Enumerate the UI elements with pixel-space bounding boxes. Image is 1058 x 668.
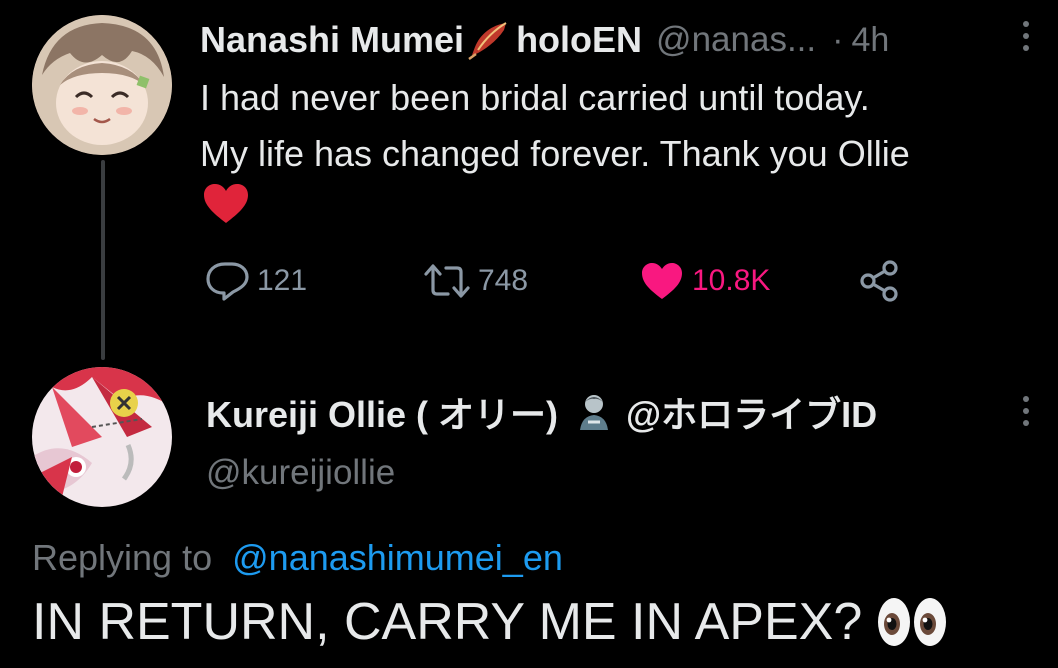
reply-author-handle[interactable]: @kureijiollie xyxy=(206,453,395,493)
reply-author-affiliation[interactable]: @ホロライブID xyxy=(626,386,877,438)
author-avatar[interactable] xyxy=(32,15,172,155)
feather-icon xyxy=(466,20,510,61)
author-name[interactable]: Nanashi Mumei xyxy=(200,19,464,61)
like-button[interactable]: 10.8K xyxy=(640,256,770,306)
share-button[interactable] xyxy=(858,256,902,306)
zombie-icon xyxy=(574,392,614,432)
tweet-text: I had never been bridal carried until to… xyxy=(200,70,1050,182)
author-affiliation[interactable]: holoEN xyxy=(516,19,642,61)
tweet-time[interactable]: 4h xyxy=(851,21,889,60)
more-icon[interactable] xyxy=(1020,391,1032,431)
heart-icon xyxy=(203,183,249,225)
eyes-icon xyxy=(876,594,948,650)
tweet-header: Nanashi Mumei holoEN @nanas... · 4h xyxy=(200,19,889,61)
tweet-text-line: My life has changed forever. Thank you O… xyxy=(200,133,910,174)
reply-text: IN RETURN, CARRY ME IN APEX? xyxy=(32,592,948,652)
thread-line xyxy=(101,160,105,360)
reply-count: 121 xyxy=(257,264,308,297)
reply-header: Kureiji Ollie ( オリー) @ホロライブID xyxy=(206,388,877,436)
reply-text-content: IN RETURN, CARRY ME IN APEX? xyxy=(32,593,863,651)
retweet-count: 748 xyxy=(478,264,529,297)
reply-button[interactable]: 121 xyxy=(205,256,307,306)
separator-dot: · xyxy=(832,20,844,59)
author-handle[interactable]: @nanas... xyxy=(656,20,816,60)
reply-author-name[interactable]: Kureiji Ollie ( オリー) xyxy=(206,386,558,438)
tweet-text-line: I had never been bridal carried until to… xyxy=(200,77,870,118)
avatar-image xyxy=(32,367,172,507)
like-icon xyxy=(642,263,682,299)
retweet-icon xyxy=(424,264,470,298)
replying-to: Replying to @nanashimumei_en xyxy=(32,537,563,579)
replying-to-mention[interactable]: @nanashimumei_en xyxy=(232,537,563,578)
reply-icon xyxy=(206,262,249,301)
reply-author-avatar[interactable] xyxy=(32,367,172,507)
like-count: 10.8K xyxy=(692,264,771,297)
replying-label: Replying to xyxy=(32,537,213,578)
more-icon[interactable] xyxy=(1020,16,1032,56)
share-icon xyxy=(860,260,898,302)
retweet-button[interactable]: 748 xyxy=(422,256,528,306)
avatar-image xyxy=(32,15,172,155)
